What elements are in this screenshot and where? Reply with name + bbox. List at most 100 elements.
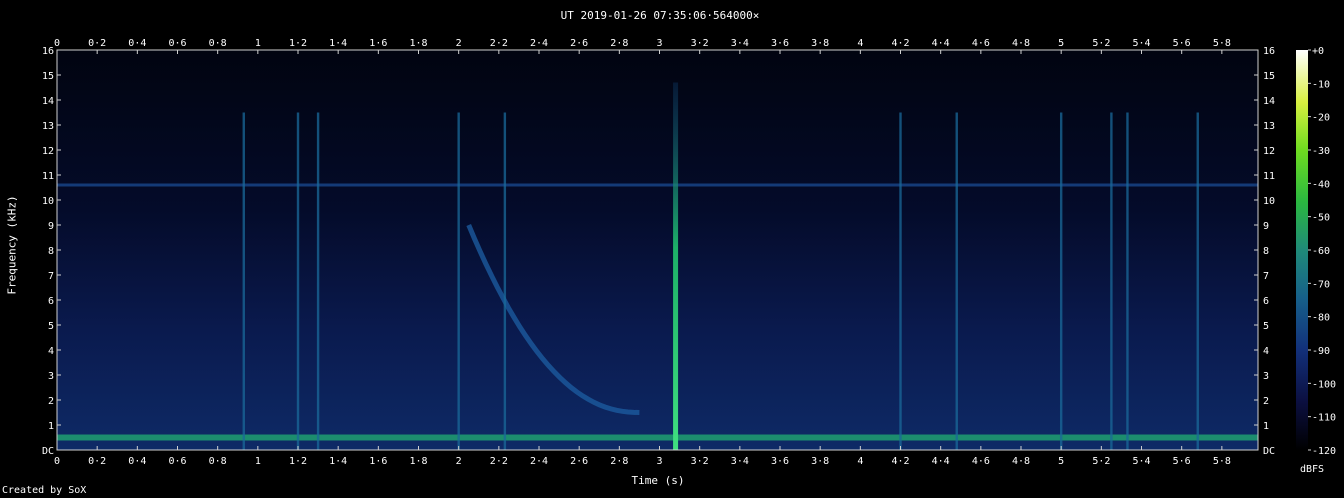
x-tick-label-bottom: 2·4 <box>530 456 548 467</box>
x-tick-label-top: 5·6 <box>1173 38 1191 49</box>
y-tick-label-right: 7 <box>1263 271 1269 282</box>
y-tick-label-right: DC <box>1263 446 1275 457</box>
y-tick-label-right: 8 <box>1263 246 1269 257</box>
x-tick-label-top: 1 <box>255 38 261 49</box>
x-tick-label-top: 1·2 <box>289 38 307 49</box>
y-tick-label-right: 16 <box>1263 46 1275 57</box>
x-tick-label-bottom: 5·8 <box>1213 456 1231 467</box>
y-tick-label-right: 4 <box>1263 346 1269 357</box>
colorbar-tick-label: -90 <box>1312 346 1330 357</box>
x-tick-label-top: 4 <box>857 38 863 49</box>
y-tick-label-left: 1 <box>48 421 54 432</box>
x-tick-label-bottom: 5·4 <box>1132 456 1150 467</box>
x-tick-label-top: 4·2 <box>891 38 909 49</box>
x-tick-label-top: 3 <box>656 38 662 49</box>
x-tick-label-top: 0·6 <box>168 38 186 49</box>
colorbar-tick-label: -30 <box>1312 146 1330 157</box>
x-tick-label-top: 2·8 <box>610 38 628 49</box>
x-tick-label-bottom: 0·2 <box>88 456 106 467</box>
x-tick-label-top: 0·2 <box>88 38 106 49</box>
y-tick-label-left: DC <box>42 446 54 457</box>
spectrogram-background <box>57 50 1258 450</box>
x-tick-label-bottom: 0·6 <box>168 456 186 467</box>
x-tick-label-top: 4·4 <box>932 38 950 49</box>
colorbar-tick-label: -20 <box>1312 113 1330 124</box>
y-tick-label-right: 15 <box>1263 71 1275 82</box>
colorbar-tick-label: -10 <box>1312 79 1330 90</box>
x-tick-label-bottom: 5 <box>1058 456 1064 467</box>
x-tick-label-bottom: 2·8 <box>610 456 628 467</box>
x-tick-label-bottom: 0·4 <box>128 456 146 467</box>
x-tick-label-bottom: 2·2 <box>490 456 508 467</box>
colorbar-tick-label: +0 <box>1312 46 1324 57</box>
dominant-impulse <box>673 82 679 450</box>
x-tick-label-top: 2·4 <box>530 38 548 49</box>
impulse-line <box>1059 112 1063 450</box>
colorbar-scale <box>1296 50 1308 450</box>
y-tick-label-left: 8 <box>48 246 54 257</box>
colorbar-tick-label: -110 <box>1312 413 1336 424</box>
colorbar-tick-label: -80 <box>1312 313 1330 324</box>
x-tick-label-top: 0·8 <box>209 38 227 49</box>
x-tick-label-bottom: 4·2 <box>891 456 909 467</box>
y-tick-label-right: 13 <box>1263 121 1275 132</box>
y-tick-label-left: 7 <box>48 271 54 282</box>
x-tick-label-bottom: 1·8 <box>409 456 427 467</box>
y-tick-label-left: 15 <box>42 71 54 82</box>
colorbar-tick-label: -50 <box>1312 213 1330 224</box>
x-tick-label-bottom: 5·6 <box>1173 456 1191 467</box>
x-tick-label-bottom: 1·2 <box>289 456 307 467</box>
impulse-line <box>296 112 300 450</box>
x-tick-label-bottom: 0·8 <box>209 456 227 467</box>
x-tick-label-top: 5·4 <box>1132 38 1150 49</box>
x-tick-label-top: 2·2 <box>490 38 508 49</box>
y-tick-label-left: 11 <box>42 171 54 182</box>
impulse-line <box>955 112 958 450</box>
y-tick-label-right: 3 <box>1263 371 1269 382</box>
y-tick-label-right: 11 <box>1263 171 1275 182</box>
x-tick-label-bottom: 2·6 <box>570 456 588 467</box>
y-tick-label-right: 5 <box>1263 321 1269 332</box>
y-tick-label-right: 1 <box>1263 421 1269 432</box>
x-tick-label-top: 3·8 <box>811 38 829 49</box>
x-tick-label-bottom: 4·4 <box>932 456 950 467</box>
x-tick-label-top: 0 <box>54 38 60 49</box>
impulse-line <box>457 112 460 450</box>
x-tick-label-top: 1·4 <box>329 38 347 49</box>
colorbar-tick-label: -70 <box>1312 279 1330 290</box>
tone-band <box>57 183 1258 187</box>
y-tick-label-left: 3 <box>48 371 54 382</box>
x-tick-label-bottom: 4·6 <box>972 456 990 467</box>
x-tick-label-top: 5 <box>1058 38 1064 49</box>
x-tick-label-bottom: 3·6 <box>771 456 789 467</box>
impulse-line <box>1110 112 1113 450</box>
y-tick-label-left: 12 <box>42 146 54 157</box>
x-tick-label-bottom: 1 <box>255 456 261 467</box>
x-tick-label-top: 2·6 <box>570 38 588 49</box>
y-tick-label-left: 6 <box>48 296 54 307</box>
impulse-line <box>503 112 507 450</box>
impulse-line <box>242 112 245 450</box>
colorbar-tick-label: -120 <box>1312 446 1336 457</box>
x-tick-label-top: 1·8 <box>409 38 427 49</box>
x-tick-label-top: 5·8 <box>1213 38 1231 49</box>
x-tick-label-bottom: 3·8 <box>811 456 829 467</box>
x-tick-label-top: 2 <box>456 38 462 49</box>
y-tick-label-left: 4 <box>48 346 54 357</box>
x-tick-label-bottom: 3·2 <box>691 456 709 467</box>
colorbar: +0 -10 -20 -30 -40 -50 -60 -70 -80 -90 -100 -110 -12… <box>1296 46 1336 457</box>
plot-area <box>57 50 1258 450</box>
x-tick-label-top: 0·4 <box>128 38 146 49</box>
x-tick-label-bottom: 1·6 <box>369 456 387 467</box>
y-tick-label-left: 13 <box>42 121 54 132</box>
y-tick-label-right: 12 <box>1263 146 1275 157</box>
impulse-line <box>316 112 320 450</box>
y-tick-label-left: 9 <box>48 221 54 232</box>
y-tick-label-left: 14 <box>42 96 54 107</box>
tone-band <box>57 434 1258 441</box>
x-tick-label-bottom: 2 <box>456 456 462 467</box>
y-tick-label-left: 10 <box>42 196 54 207</box>
x-tick-label-top: 4·8 <box>1012 38 1030 49</box>
x-tick-label-bottom: 5·2 <box>1092 456 1110 467</box>
x-tick-label-top: 1·6 <box>369 38 387 49</box>
